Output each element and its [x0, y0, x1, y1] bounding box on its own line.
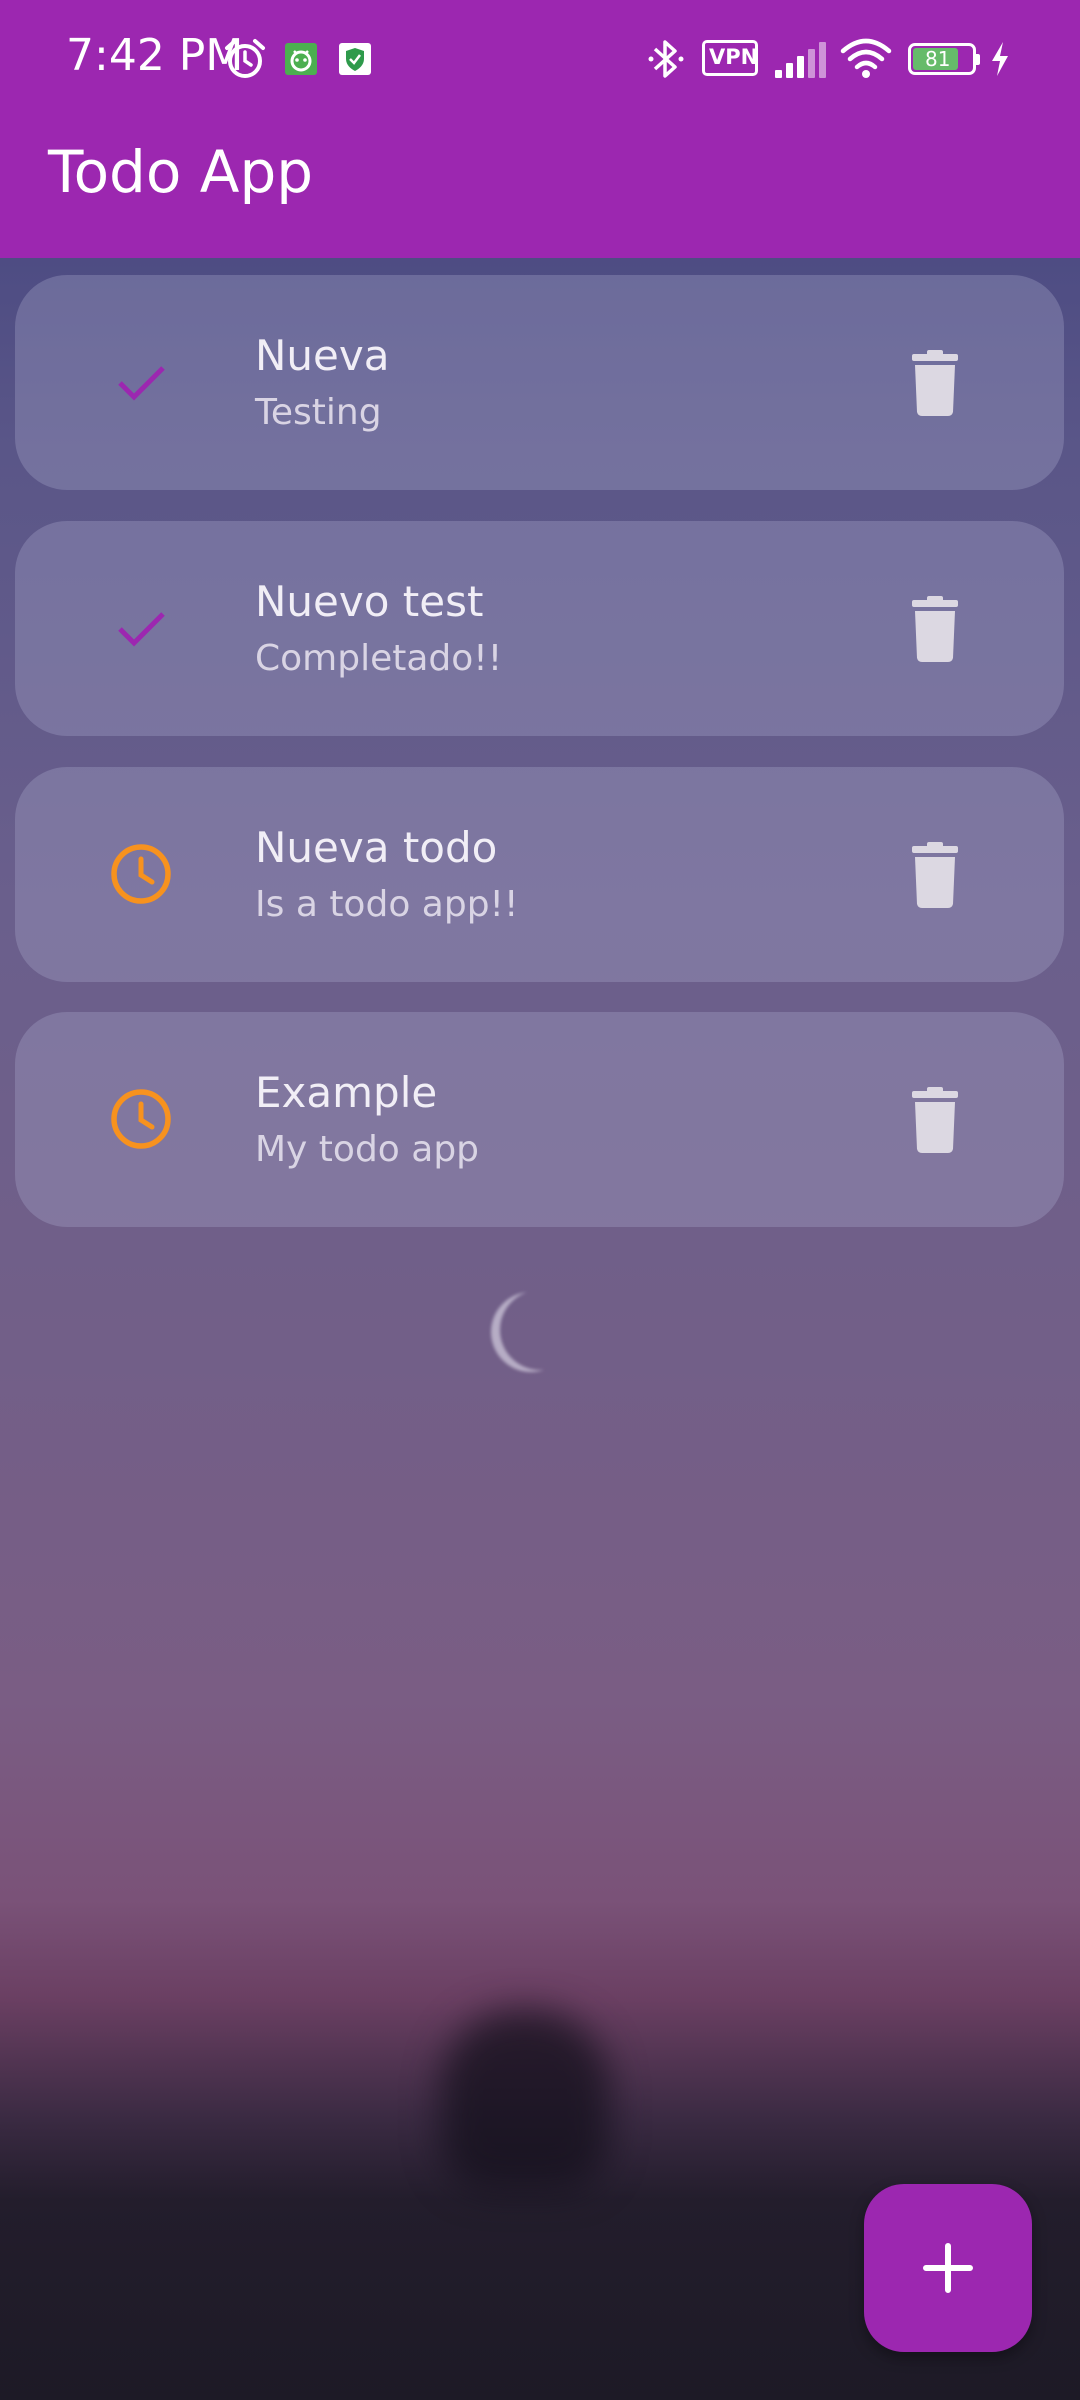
todo-title: Nueva todo	[255, 823, 498, 872]
todo-subtitle: Testing	[255, 392, 382, 433]
charging-icon	[992, 42, 1008, 76]
todo-subtitle: My todo app	[255, 1129, 480, 1170]
trash-icon[interactable]	[895, 596, 975, 662]
alarm-icon	[225, 39, 265, 78]
wifi-icon	[840, 38, 892, 78]
battery-level: 81	[925, 47, 951, 71]
check-icon	[118, 366, 165, 401]
app-notification-icon	[285, 43, 317, 75]
check-icon	[118, 612, 165, 647]
todo-item[interactable]: Nueva Testing	[15, 275, 1064, 490]
todo-title: Nueva	[255, 331, 390, 380]
background-moon	[500, 1290, 580, 1370]
todo-item[interactable]: Example My todo app	[15, 1012, 1064, 1227]
trash-icon[interactable]	[895, 842, 975, 908]
vpn-label: VPN	[709, 45, 759, 69]
todo-item[interactable]: Nuevo test Completado!!	[15, 521, 1064, 736]
signal-icon	[775, 42, 826, 78]
plus-icon	[923, 2243, 973, 2293]
clock-icon	[111, 844, 171, 904]
status-time: 7:42 PM	[66, 30, 244, 81]
bluetooth-icon	[648, 40, 684, 78]
background-silhouette	[440, 2010, 610, 2190]
todo-item[interactable]: Nueva todo Is a todo app!!	[15, 767, 1064, 982]
todo-subtitle: Completado!!	[255, 638, 503, 679]
vpn-icon: VPN	[702, 40, 758, 76]
todo-subtitle: Is a todo app!!	[255, 884, 519, 925]
shield-notification-icon	[339, 43, 371, 75]
app-header: 7:42 PM VPN 81 Todo App	[0, 0, 1080, 258]
battery-icon: 81	[908, 43, 980, 75]
trash-icon[interactable]	[895, 1087, 975, 1153]
todo-title: Example	[255, 1068, 438, 1117]
trash-icon[interactable]	[895, 350, 975, 416]
todo-title: Nuevo test	[255, 577, 484, 626]
add-todo-button[interactable]	[864, 2184, 1032, 2352]
clock-icon	[111, 1089, 171, 1149]
status-bar: 7:42 PM VPN 81	[0, 0, 1080, 118]
app-title: Todo App	[48, 138, 314, 206]
